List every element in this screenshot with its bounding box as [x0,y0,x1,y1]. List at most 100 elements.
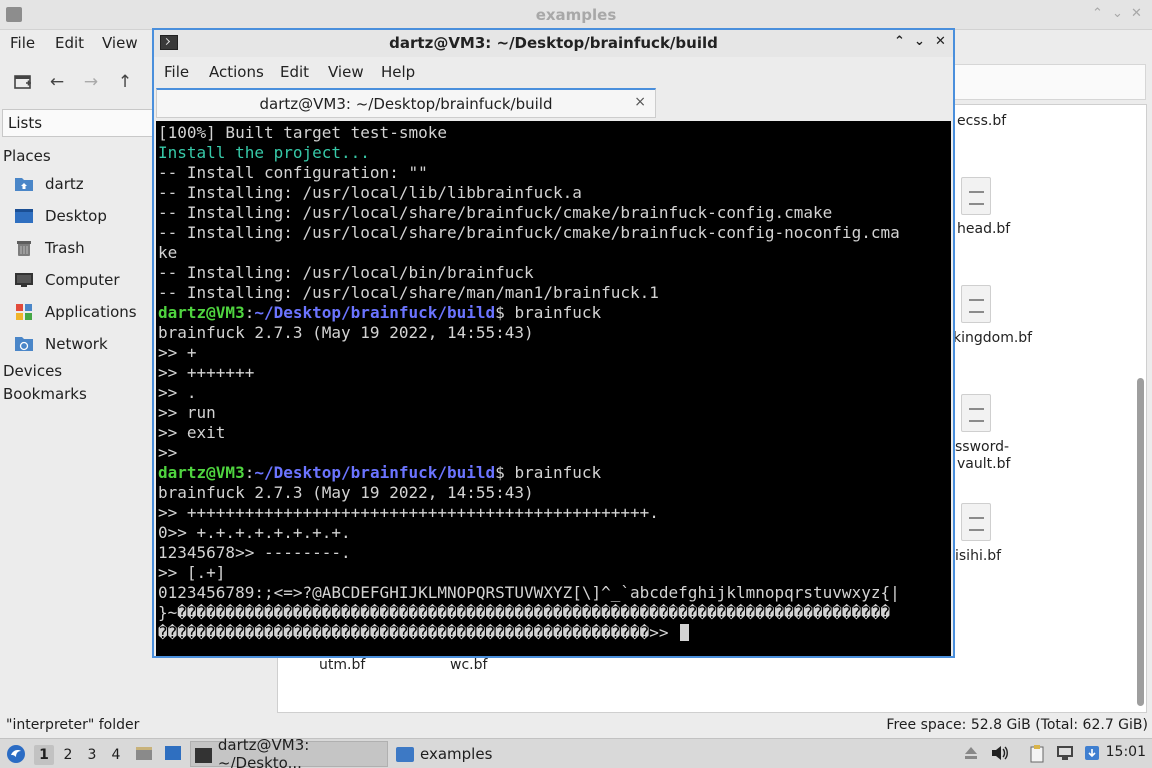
terminal-line: -- Install configuration: "" [158,163,951,183]
terminal-line: ����������������������������������������… [158,623,951,643]
sidebar-item-label: Desktop [45,207,107,225]
shade-icon[interactable]: ⌃ [894,34,905,49]
file-item-label[interactable]: isihi.bf [955,548,1001,565]
sidebar-item-label: Computer [45,271,120,289]
text-file-icon[interactable] [961,503,991,541]
menu-view[interactable]: View [328,63,364,81]
menu-file[interactable]: File [10,34,35,52]
file-list-scrollbar[interactable] [1137,378,1144,706]
tab-close-icon[interactable]: × [634,94,646,110]
prompt-separator: : [244,463,255,482]
prompt-user: dartz@VM3 [158,303,245,322]
line-text: [100%] Built target test-smoke [158,123,447,142]
line-text: }~��������������������������������������… [158,603,891,622]
menu-edit[interactable]: Edit [280,63,309,81]
line-text: -- Install configuration: "" [158,163,428,182]
file-item-label[interactable]: vault.bf [957,456,1010,473]
clock[interactable]: 15:01 [1106,744,1146,760]
line-text: -- Installing: /usr/local/lib/libbrainfu… [158,183,582,202]
places-header[interactable]: Places [3,147,51,165]
sidebar-item-dartz[interactable]: dartz [14,172,154,196]
network-icon [14,335,34,353]
sidebar-item-applications[interactable]: Applications [14,300,154,324]
workspace-2[interactable]: 2 [58,745,78,765]
devices-header[interactable]: Devices [3,362,62,380]
terminal-line: -- Installing: /usr/local/bin/brainfuck [158,263,951,283]
menu-view[interactable]: View [102,34,138,52]
file-item-label[interactable]: ssword- [955,439,1009,456]
minimize-icon[interactable]: ⌄ [1112,6,1123,21]
workspace-1[interactable]: 1 [34,745,54,765]
show-desktop-icon[interactable] [135,745,153,761]
forward-arrow-icon[interactable]: → [79,70,103,94]
minimize-icon[interactable]: ⌄ [914,34,925,49]
eject-icon[interactable] [963,745,979,761]
terminal-line: -- Installing: /usr/local/share/brainfuc… [158,223,951,243]
new-tab-icon[interactable] [11,70,35,94]
sidebar-item-computer[interactable]: Computer [14,268,154,292]
terminal-line: Install the project... [158,143,951,163]
line-text: >> +++++++++++++++++++++++++++++++++++++… [158,503,659,522]
applications-icon [14,303,34,321]
task-terminal[interactable]: dartz@VM3: ~/Deskto... [190,736,388,768]
up-arrow-icon[interactable]: ↑ [113,70,137,94]
task-file-manager[interactable]: examples [392,741,592,767]
menu-edit[interactable]: Edit [55,34,84,52]
terminal-prompt-line: dartz@VM3:~/Desktop/brainfuck/build$ bra… [158,303,951,323]
folder-icon [396,746,414,762]
close-icon[interactable]: ✕ [935,34,946,49]
status-selection: "interpreter" folder [6,717,140,733]
terminal-line: -- Installing: /usr/local/lib/libbrainfu… [158,183,951,203]
line-text: 0>> +.+.+.+.+.+.+.+. [158,523,351,542]
terminal-line: brainfuck 2.7.3 (May 19 2022, 14:55:43) [158,323,951,343]
text-file-icon[interactable] [961,394,991,432]
line-text: >> . [158,383,197,402]
terminal-line: >> run [158,403,951,423]
terminal-title: dartz@VM3: ~/Desktop/brainfuck/build [389,34,718,52]
terminal-line: brainfuck 2.7.3 (May 19 2022, 14:55:43) [158,483,951,503]
text-file-icon[interactable] [961,177,991,215]
terminal-icon [195,747,212,763]
shade-icon[interactable]: ⌃ [1092,6,1103,21]
terminal-tab[interactable]: dartz@VM3: ~/Desktop/brainfuck/build × [156,88,656,118]
file-manager-titlebar[interactable]: examples ⌃ ⌄ ✕ [0,0,1152,30]
update-icon[interactable] [1084,745,1100,761]
text-file-icon[interactable] [961,285,991,323]
menu-file[interactable]: File [164,63,189,81]
start-menu-icon[interactable] [6,744,26,764]
line-text: Install the project... [158,143,370,162]
terminal-line: 12345678>> --------. [158,543,951,563]
line-text: >> exit [158,423,226,442]
bookmarks-header[interactable]: Bookmarks [3,385,87,403]
close-icon[interactable]: ✕ [1131,6,1142,21]
terminal-menubar: File Actions Edit View Help [154,57,953,85]
file-item-label[interactable]: head.bf [957,221,1010,238]
menu-help[interactable]: Help [381,63,415,81]
workspace-4[interactable]: 4 [106,745,126,765]
desktop-launcher-icon[interactable] [164,745,182,761]
menu-actions[interactable]: Actions [209,63,264,81]
file-item-label[interactable]: utm.bf [319,657,365,674]
taskbar: 1 2 3 4 dartz@VM3: ~/Deskto... examples … [0,736,1152,768]
back-arrow-icon[interactable]: ← [45,70,69,94]
status-free-space: Free space: 52.8 GiB (Total: 62.7 GiB) [886,717,1148,733]
network-tray-icon[interactable] [1056,745,1073,761]
terminal-titlebar[interactable]: dartz@VM3: ~/Desktop/brainfuck/build ⌃ ⌄… [154,30,953,57]
sidebar-item-network[interactable]: Network [14,332,154,356]
sidebar-mode-select[interactable]: Lists [2,109,154,137]
clipboard-icon[interactable] [1029,745,1045,763]
file-item-label[interactable]: kingdom.bf [953,330,1032,347]
file-item-label[interactable]: wc.bf [450,657,487,674]
volume-icon[interactable] [991,745,1008,761]
trash-icon [14,239,34,257]
path-bar[interactable] [950,64,1146,100]
line-text: -- Installing: /usr/local/share/brainfuc… [158,203,833,222]
workspace-3[interactable]: 3 [82,745,102,765]
terminal-line: >> +++++++++++++++++++++++++++++++++++++… [158,503,951,523]
sidebar-item-desktop[interactable]: Desktop [14,204,154,228]
prompt-path: ~/Desktop/brainfuck/build [254,303,496,322]
sidebar-item-trash[interactable]: Trash [14,236,154,260]
file-item-label[interactable]: ecss.bf [957,113,1006,130]
line-text: >> [158,443,178,462]
terminal-output[interactable]: [100%] Built target test-smoke Install th… [156,121,951,656]
